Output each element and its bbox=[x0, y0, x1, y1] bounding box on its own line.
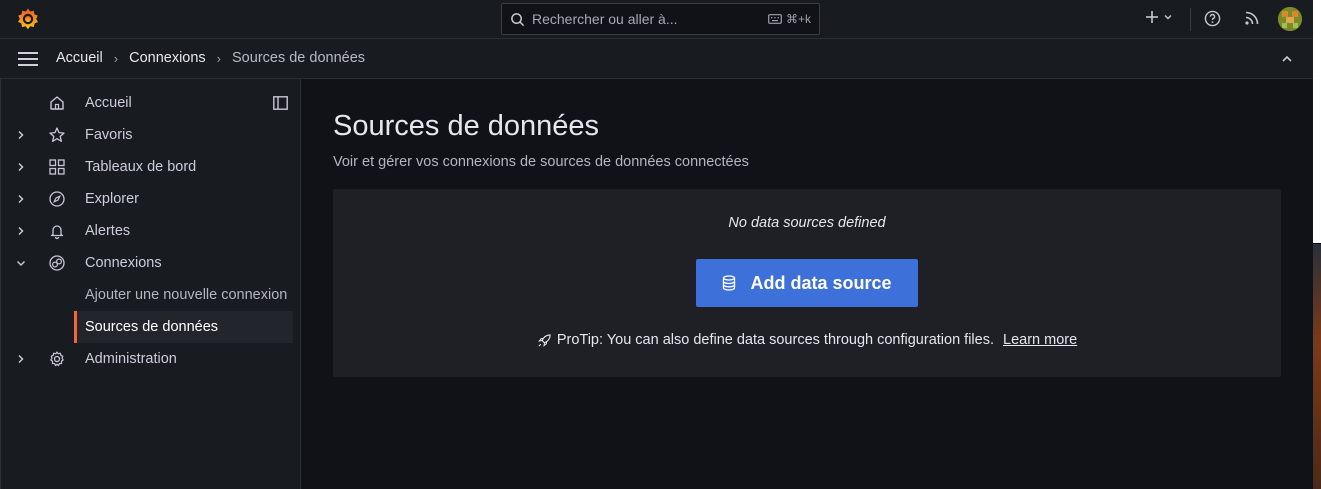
star-icon bbox=[49, 127, 65, 142]
learn-more-link[interactable]: Learn more bbox=[1003, 332, 1077, 348]
breadcrumb-separator: › bbox=[113, 50, 119, 66]
sidebar-subitem-label: Ajouter une nouvelle connexion bbox=[85, 287, 288, 303]
database-icon bbox=[723, 275, 736, 291]
sidebar-item-connections[interactable]: Connexions bbox=[1, 247, 301, 279]
chevron-up-icon[interactable] bbox=[1280, 52, 1294, 66]
empty-state-title: No data sources defined bbox=[728, 215, 886, 231]
sidebar-item-label: Alertes bbox=[85, 223, 131, 239]
sidebar-item-home[interactable]: Accueil bbox=[1, 87, 301, 119]
page-subtitle: Voir et gérer vos connexions de sources … bbox=[333, 154, 749, 170]
new-menu-button[interactable] bbox=[1145, 10, 1173, 24]
top-bar: Rechercher ou aller à... ⌘+k bbox=[0, 0, 1313, 39]
apps-icon bbox=[49, 159, 65, 175]
chevron-down-icon bbox=[1164, 15, 1172, 20]
breadcrumb-current: Sources de données bbox=[232, 50, 366, 66]
chevron-right-icon[interactable] bbox=[15, 353, 27, 365]
chevron-right-icon[interactable] bbox=[15, 225, 27, 237]
compass-icon bbox=[49, 191, 65, 207]
add-data-source-button[interactable]: Add data source bbox=[696, 259, 918, 307]
sidebar-item-explore[interactable]: Explorer bbox=[1, 183, 301, 215]
search-shortcut: ⌘+k bbox=[768, 12, 811, 26]
sidebar-subitem-data-sources[interactable]: Sources de données bbox=[74, 311, 293, 343]
sidebar-item-label: Explorer bbox=[85, 191, 139, 207]
sidebar-item-label: Connexions bbox=[85, 255, 162, 271]
toolbar-divider bbox=[1190, 8, 1191, 31]
help-icon bbox=[1204, 10, 1221, 27]
bell-icon bbox=[50, 225, 64, 240]
keyboard-icon bbox=[768, 14, 782, 24]
rss-icon bbox=[1245, 11, 1259, 25]
chevron-down-icon[interactable] bbox=[15, 257, 27, 269]
connections-icon bbox=[49, 255, 65, 271]
protip-text: ProTip: You can also define data sources… bbox=[556, 332, 994, 348]
avatar-image bbox=[1278, 7, 1302, 31]
sidebar-item-label: Administration bbox=[85, 351, 177, 367]
page-title: Sources de données bbox=[333, 110, 600, 142]
breadcrumb: Accueil › Connexions › Sources de donnée… bbox=[56, 50, 365, 66]
sidebar-subitem-add-connection[interactable]: Ajouter une nouvelle connexion bbox=[74, 279, 293, 311]
plus-icon bbox=[1146, 11, 1158, 23]
help-button[interactable] bbox=[1204, 10, 1221, 27]
sidebar-item-alerting[interactable]: Alertes bbox=[1, 215, 301, 247]
grafana-logo-icon[interactable] bbox=[16, 7, 40, 31]
cog-icon bbox=[50, 351, 64, 367]
user-avatar[interactable] bbox=[1278, 7, 1302, 31]
search-icon bbox=[511, 12, 525, 26]
chevron-right-icon[interactable] bbox=[15, 161, 27, 173]
news-button[interactable] bbox=[1244, 10, 1260, 26]
desktop-background bbox=[1313, 244, 1321, 489]
chevron-right-icon[interactable] bbox=[15, 129, 27, 141]
sidebar-subitem-label: Sources de données bbox=[85, 319, 219, 335]
empty-state-card: No data sources defined Add data source … bbox=[333, 189, 1281, 377]
protip: ProTip: You can also define data sources… bbox=[333, 332, 1281, 348]
breadcrumb-separator: › bbox=[216, 50, 222, 66]
sidebar-item-dashboards[interactable]: Tableaux de bord bbox=[1, 151, 301, 183]
breadcrumb-home[interactable]: Accueil bbox=[56, 50, 103, 66]
sidebar-item-label: Tableaux de bord bbox=[85, 159, 197, 175]
add-data-source-label: Add data source bbox=[750, 272, 892, 293]
home-icon bbox=[50, 96, 64, 110]
hamburger-menu-icon[interactable] bbox=[17, 51, 39, 67]
chevron-right-icon[interactable] bbox=[15, 193, 27, 205]
breadcrumb-connections[interactable]: Connexions bbox=[129, 50, 206, 66]
window-edge bbox=[1313, 0, 1321, 489]
rocket-icon bbox=[537, 333, 551, 347]
search-placeholder: Rechercher ou aller à... bbox=[532, 11, 678, 27]
breadcrumb-bar: Accueil › Connexions › Sources de donnée… bbox=[0, 39, 1313, 79]
sidebar-item-label: Accueil bbox=[85, 95, 132, 111]
sidebar-item-label: Favoris bbox=[85, 127, 133, 143]
shortcut-label: ⌘+k bbox=[785, 12, 811, 26]
sidebar-item-administration[interactable]: Administration bbox=[1, 343, 301, 375]
search-input[interactable]: Rechercher ou aller à... ⌘+k bbox=[501, 3, 820, 35]
sidebar: Accueil Favoris Tableaux de bord Explore… bbox=[0, 79, 301, 489]
main-content: Sources de données Voir et gérer vos con… bbox=[301, 79, 1313, 489]
sidebar-item-favorites[interactable]: Favoris bbox=[1, 119, 301, 151]
